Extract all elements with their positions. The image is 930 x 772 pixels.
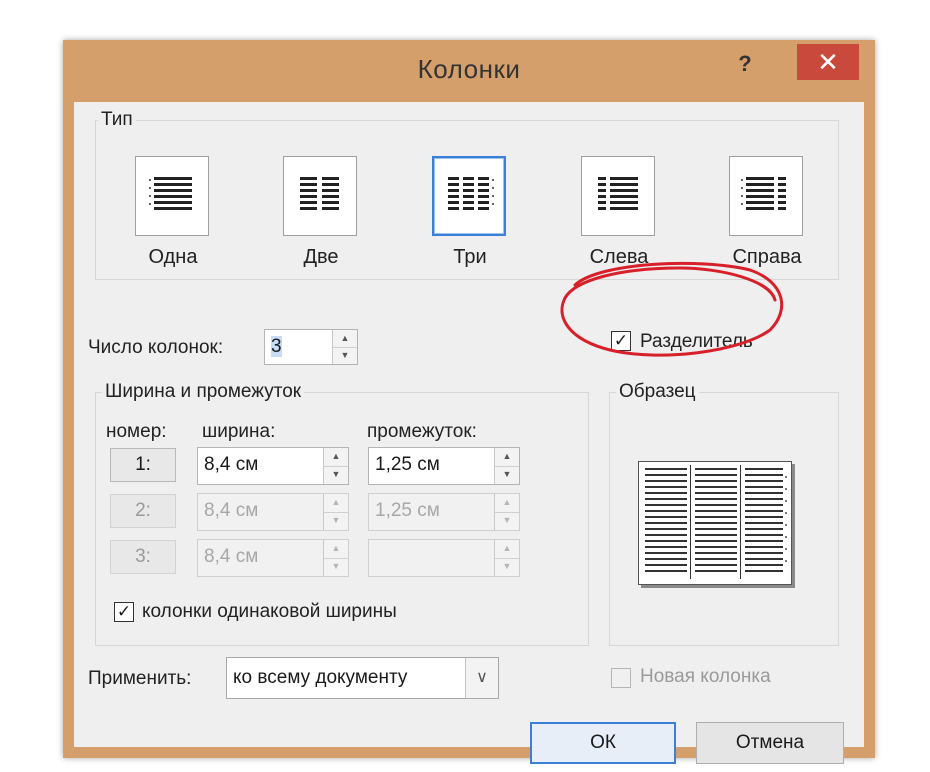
spin-down-icon[interactable]: ▼ <box>324 466 348 484</box>
header-spacing: промежуток: <box>367 421 477 442</box>
sample-label: Образец <box>616 381 699 403</box>
spin-up-icon: ▲ <box>324 540 348 559</box>
preset-right-label: Справа <box>732 246 802 268</box>
column-2-width-value: 8,4 см <box>204 500 259 521</box>
column-2-spacing-spin: ▲ ▼ <box>494 494 519 530</box>
spin-down-icon: ▼ <box>331 561 341 571</box>
column-2-width-spin: ▲ ▼ <box>323 494 348 530</box>
separator-checkbox[interactable]: ✓ <box>611 331 631 351</box>
left-column-icon[interactable] <box>581 156 655 236</box>
cancel-button[interactable]: Отмена <box>696 722 844 764</box>
columns-count-spinner[interactable]: 3 ▲ ▼ <box>264 329 358 365</box>
spin-up-icon: ▲ <box>324 494 348 513</box>
three-columns-icon[interactable] <box>432 156 506 236</box>
preset-one-label: Одна <box>148 246 198 268</box>
ok-button[interactable]: ОК <box>530 722 676 764</box>
type-group-label: Тип <box>98 109 136 131</box>
column-3-width-spin: ▲ ▼ <box>323 540 348 576</box>
type-group: Тип Одна Две Три Слева Справа <box>95 109 839 280</box>
columns-count-spin[interactable]: ▲ ▼ <box>332 330 357 364</box>
column-3-spacing: ▲ ▼ <box>368 539 520 577</box>
sample-group: Образец <box>609 381 839 646</box>
column-3-width: 8,4 см ▲ ▼ <box>197 539 349 577</box>
preview-columns-icon <box>645 465 787 579</box>
columns-count-label: Число колонок: <box>88 337 224 358</box>
spin-up-icon[interactable]: ▲ <box>324 448 348 467</box>
column-2-button: 2: <box>110 494 176 528</box>
column-1-width[interactable]: 8,4 см ▲ ▼ <box>197 447 349 485</box>
one-column-icon[interactable] <box>135 156 209 236</box>
column-1-spacing-spin[interactable]: ▲ ▼ <box>494 448 519 484</box>
apply-label: Применить: <box>88 668 192 689</box>
column-1-button[interactable]: 1: <box>110 448 176 482</box>
column-1-width-value[interactable]: 8,4 см <box>204 454 258 475</box>
spin-up-icon[interactable]: ▲ <box>333 330 357 348</box>
close-button[interactable]: ✕ <box>797 44 859 80</box>
column-1-spacing-value[interactable]: 1,25 см <box>375 454 440 475</box>
separator-label[interactable]: Разделитель <box>640 331 753 353</box>
columns-count-value[interactable]: 3 <box>271 336 282 357</box>
chevron-down-icon[interactable]: ∨ <box>465 658 498 698</box>
dialog-body: Тип Одна Две Три Слева Справа Число коло… <box>74 102 864 764</box>
spin-up-icon[interactable]: ▲ <box>495 448 519 467</box>
preset-three-label: Три <box>453 246 487 268</box>
column-2-width: 8,4 см ▲ ▼ <box>197 493 349 531</box>
spin-down-icon: ▼ <box>331 515 341 525</box>
two-columns-icon[interactable] <box>283 156 357 236</box>
sample-preview <box>638 461 792 585</box>
equal-width-checkbox[interactable]: ✓ <box>114 602 134 622</box>
checkmark-icon: ✓ <box>613 331 629 350</box>
spin-down-icon: ▼ <box>502 561 512 571</box>
column-2-spacing-value: 1,25 см <box>375 500 440 521</box>
apply-dropdown[interactable]: ко всему документу ∨ <box>226 657 499 699</box>
column-2-spacing: 1,25 см ▲ ▼ <box>368 493 520 531</box>
width-spacing-group: Ширина и промежуток номер: ширина: проме… <box>95 381 589 646</box>
help-button[interactable]: ? <box>729 50 761 78</box>
equal-width-label[interactable]: колонки одинаковой ширины <box>142 601 397 623</box>
preset-two-label: Две <box>303 246 339 268</box>
column-3-button: 3: <box>110 540 176 574</box>
apply-value[interactable]: ко всему документу <box>233 667 407 688</box>
spin-down-icon: ▼ <box>502 515 512 525</box>
spin-up-icon: ▲ <box>495 540 519 559</box>
header-width: ширина: <box>202 421 276 442</box>
checkmark-icon: ✓ <box>116 602 132 621</box>
preset-left-label: Слева <box>589 246 649 268</box>
width-spacing-label: Ширина и промежуток <box>102 381 305 403</box>
spin-up-icon: ▲ <box>495 494 519 513</box>
column-3-width-value: 8,4 см <box>204 546 259 567</box>
spin-down-icon[interactable]: ▼ <box>495 466 519 484</box>
column-3-spacing-spin: ▲ ▼ <box>494 540 519 576</box>
right-column-icon[interactable] <box>729 156 803 236</box>
spin-down-icon[interactable]: ▼ <box>333 347 357 364</box>
new-column-label: Новая колонка <box>640 666 771 687</box>
column-1-width-spin[interactable]: ▲ ▼ <box>323 448 348 484</box>
header-number: номер: <box>106 421 167 442</box>
title-bar[interactable]: Колонки ? ✕ <box>63 40 875 100</box>
columns-dialog: Колонки ? ✕ Тип Одна Две Три Слева Справ… <box>63 40 875 764</box>
column-1-spacing[interactable]: 1,25 см ▲ ▼ <box>368 447 520 485</box>
new-column-checkbox <box>611 668 631 688</box>
